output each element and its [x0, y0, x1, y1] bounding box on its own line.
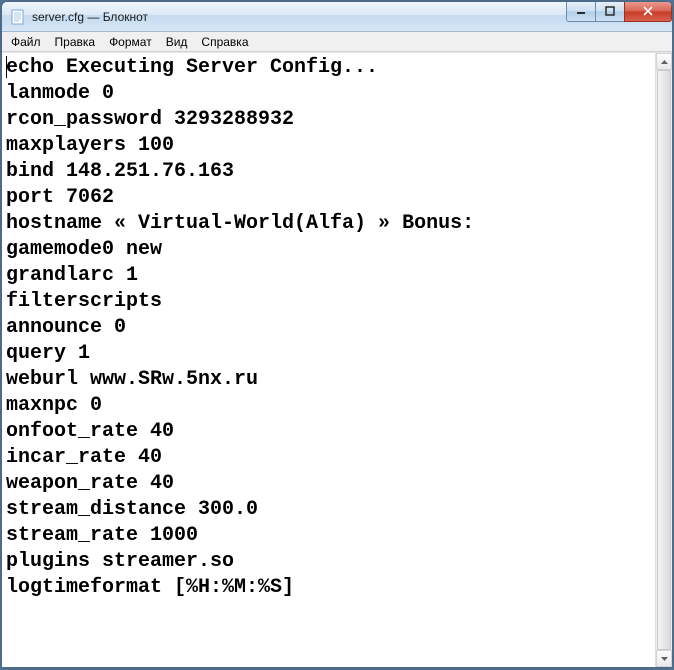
menu-edit[interactable]: Правка [48, 34, 103, 50]
window-controls [567, 2, 672, 22]
window-title: server.cfg — Блокнот [32, 10, 567, 24]
scroll-track[interactable] [656, 70, 672, 650]
vertical-scrollbar[interactable] [655, 53, 672, 667]
menu-view[interactable]: Вид [159, 34, 195, 50]
close-icon [642, 6, 654, 16]
maximize-icon [605, 6, 615, 16]
scroll-up-button[interactable] [656, 53, 672, 70]
close-button[interactable] [624, 2, 672, 22]
menu-format[interactable]: Формат [102, 34, 159, 50]
app-window: server.cfg — Блокнот Файл Правка Формат … [1, 1, 673, 668]
menubar: Файл Правка Формат Вид Справка [2, 32, 672, 52]
chevron-up-icon [661, 60, 668, 64]
maximize-button[interactable] [595, 2, 625, 22]
scroll-thumb[interactable] [657, 70, 671, 650]
text-caret [6, 56, 7, 78]
text-editor[interactable]: echo Executing Server Config... lanmode … [2, 53, 655, 667]
menu-file[interactable]: Файл [4, 34, 48, 50]
client-area: echo Executing Server Config... lanmode … [2, 52, 672, 667]
titlebar[interactable]: server.cfg — Блокнот [2, 2, 672, 32]
chevron-down-icon [661, 657, 668, 661]
notepad-icon [10, 9, 26, 25]
menu-help[interactable]: Справка [194, 34, 255, 50]
minimize-button[interactable] [566, 2, 596, 22]
scroll-down-button[interactable] [656, 650, 672, 667]
minimize-icon [576, 6, 586, 16]
